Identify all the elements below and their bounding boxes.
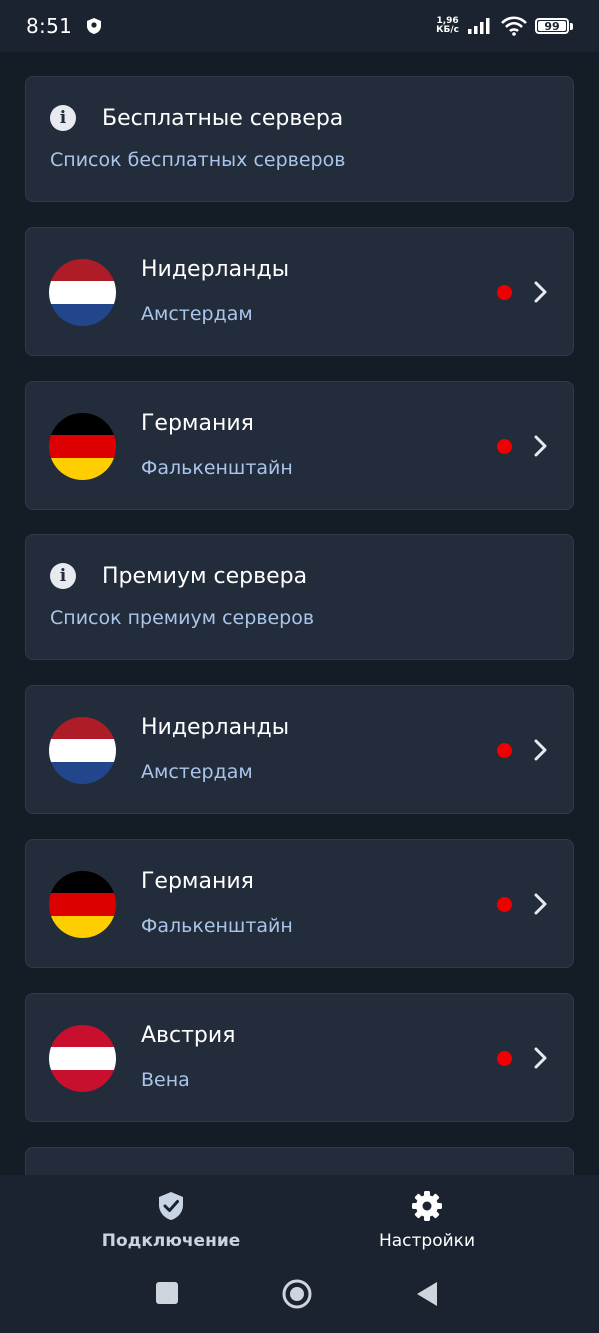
home-button[interactable] — [282, 1279, 312, 1309]
server-city: Амстердам — [141, 761, 253, 783]
nav-tab-settings[interactable]: Настройки — [327, 1189, 527, 1251]
signal-icon — [468, 18, 490, 34]
info-icon: i — [50, 105, 76, 131]
status-dot — [497, 1051, 512, 1066]
server-country: Нидерланды — [141, 257, 290, 282]
status-bar: 8:51 1,96 КБ/с 99 — [0, 0, 599, 52]
free-servers-header-card: i Бесплатные сервера Список бесплатных с… — [25, 76, 574, 202]
server-card-premium-austria[interactable]: Австрия Вена — [25, 993, 574, 1122]
netherlands-flag-icon — [49, 717, 116, 784]
server-card-premium-germany[interactable]: Германия Фалькенштайн — [25, 839, 574, 968]
status-dot — [497, 743, 512, 758]
gear-icon — [412, 1191, 442, 1221]
section-subtitle: Список бесплатных серверов — [50, 149, 346, 171]
network-speed: 1,96 КБ/с — [436, 17, 459, 35]
battery-level: 99 — [544, 19, 560, 33]
recent-apps-button[interactable] — [155, 1281, 179, 1305]
status-dot — [497, 439, 512, 454]
shield-check-icon — [159, 1192, 183, 1220]
server-list[interactable]: i Бесплатные сервера Список бесплатных с… — [0, 52, 599, 1175]
status-dot — [497, 897, 512, 912]
bottom-navigation: Подключение Настройки — [0, 1175, 599, 1333]
info-icon: i — [50, 563, 76, 589]
nav-tab-label: Настройки — [378, 1231, 475, 1251]
server-city: Фалькенштайн — [141, 915, 293, 937]
vpn-shield-icon — [87, 18, 102, 34]
chevron-right-icon[interactable] — [530, 278, 550, 306]
server-card-free-germany[interactable]: Германия Фалькенштайн — [25, 381, 574, 510]
chevron-right-icon[interactable] — [530, 432, 550, 460]
server-country: Германия — [141, 411, 254, 436]
chevron-right-icon[interactable] — [530, 1044, 550, 1072]
status-dot — [497, 285, 512, 300]
section-title: Премиум сервера — [102, 563, 308, 589]
server-country: Германия — [141, 869, 254, 894]
server-city: Амстердам — [141, 303, 253, 325]
server-city: Фалькенштайн — [141, 457, 293, 479]
back-button[interactable] — [415, 1281, 439, 1307]
server-card-partial[interactable] — [25, 1147, 574, 1175]
netherlands-flag-icon — [49, 259, 116, 326]
section-title: Бесплатные сервера — [102, 105, 344, 131]
clock: 8:51 — [26, 14, 73, 38]
germany-flag-icon — [49, 413, 116, 480]
battery-indicator: 99 — [535, 18, 573, 34]
germany-flag-icon — [49, 871, 116, 938]
network-speed-unit: КБ/с — [436, 25, 459, 35]
wifi-icon — [501, 16, 527, 36]
server-country: Нидерланды — [141, 715, 290, 740]
austria-flag-icon — [49, 1025, 116, 1092]
nav-tab-label: Подключение — [101, 1231, 241, 1251]
nav-tab-connection[interactable]: Подключение — [71, 1189, 271, 1251]
section-subtitle: Список премиум серверов — [50, 607, 315, 629]
chevron-right-icon[interactable] — [530, 736, 550, 764]
server-card-premium-netherlands[interactable]: Нидерланды Амстердам — [25, 685, 574, 814]
server-card-free-netherlands[interactable]: Нидерланды Амстердам — [25, 227, 574, 356]
server-country: Австрия — [141, 1023, 236, 1048]
premium-servers-header-card: i Премиум сервера Список премиум серверо… — [25, 534, 574, 660]
system-navigation-bar — [0, 1275, 599, 1319]
chevron-right-icon[interactable] — [530, 890, 550, 918]
server-city: Вена — [141, 1069, 190, 1091]
